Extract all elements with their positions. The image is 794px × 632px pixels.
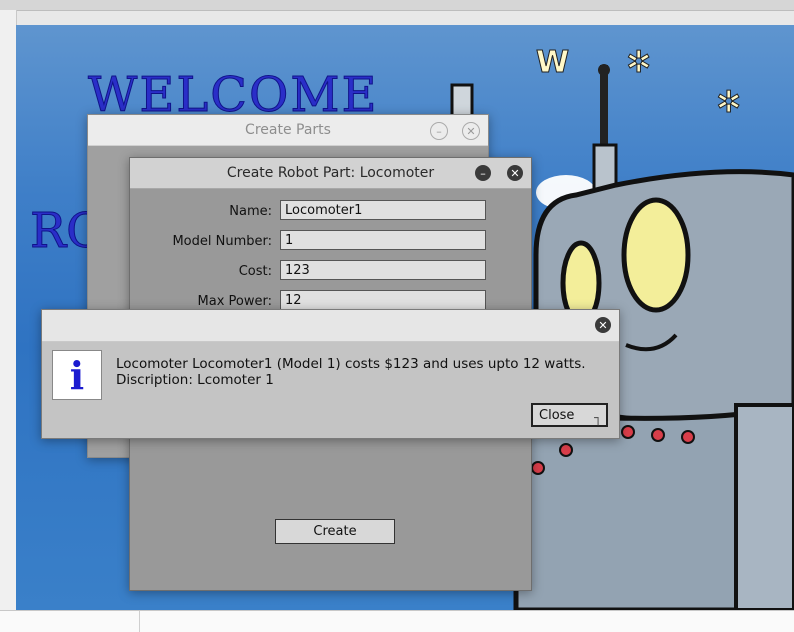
- close-icon[interactable]: ✕: [462, 122, 480, 140]
- message-dialog-titlebar[interactable]: ✕: [42, 310, 619, 342]
- message-line-1: Locomoter Locomoter1 (Model 1) costs $12…: [116, 356, 586, 372]
- model-number-row: Model Number: 1: [130, 230, 530, 254]
- close-icon[interactable]: ✕: [507, 165, 523, 181]
- max-power-label: Max Power:: [197, 294, 272, 309]
- model-number-field[interactable]: 1: [280, 230, 486, 250]
- cost-label: Cost:: [238, 264, 272, 279]
- close-button-label: Close: [539, 408, 575, 423]
- top-window-strip: [0, 0, 794, 11]
- close-shortcut-icon: ┐: [594, 411, 602, 426]
- create-button[interactable]: Create: [275, 519, 395, 544]
- model-number-label: Model Number:: [172, 234, 272, 249]
- left-window-strip: [0, 10, 17, 610]
- create-parts-title: Create Parts: [245, 122, 331, 138]
- bottom-status-strip: [0, 610, 794, 632]
- minimize-icon[interactable]: –: [430, 122, 448, 140]
- locomoter-title: Create Robot Part: Locomoter: [226, 165, 435, 181]
- max-power-field[interactable]: 12: [280, 290, 486, 310]
- locomoter-titlebar[interactable]: Create Robot Part: Locomoter – ✕: [130, 158, 531, 189]
- message-dialog: ✕ i Locomoter Locomoter1 (Model 1) costs…: [41, 309, 620, 439]
- close-button[interactable]: Close ┐: [531, 403, 608, 427]
- minimize-icon[interactable]: –: [475, 165, 491, 181]
- close-icon[interactable]: ✕: [595, 317, 611, 333]
- info-icon: i: [52, 350, 102, 400]
- cost-row: Cost: 123: [130, 260, 530, 284]
- create-parts-titlebar[interactable]: Create Parts – ✕: [88, 115, 488, 146]
- name-label: Name:: [229, 204, 272, 219]
- name-row: Name: Locomoter1: [130, 200, 530, 224]
- status-separator: [139, 611, 140, 632]
- name-field[interactable]: Locomoter1: [280, 200, 486, 220]
- message-line-2: Discription: Lcomoter 1: [116, 372, 274, 388]
- cost-field[interactable]: 123: [280, 260, 486, 280]
